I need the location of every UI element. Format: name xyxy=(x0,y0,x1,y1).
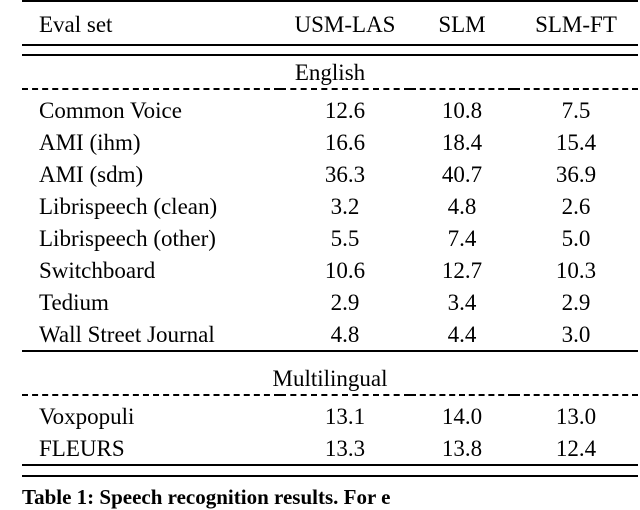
cell-slm-ft: 15.4 xyxy=(555,129,597,155)
row-label: Tedium xyxy=(39,289,109,315)
table-figure: Eval set USM-LAS SLM SLM-FT English Comm… xyxy=(0,0,640,509)
cell-slm-ft: 2.9 xyxy=(561,289,591,315)
cell-usm-las: 12.6 xyxy=(324,97,366,123)
row-label: Voxpopuli xyxy=(39,403,135,429)
row-label: FLEURS xyxy=(39,435,125,461)
row-label: AMI (ihm) xyxy=(39,129,141,155)
cell-slm-ft: 12.4 xyxy=(555,435,597,461)
section-label-multilingual: Multilingual xyxy=(272,366,388,391)
cell-slm-ft: 3.0 xyxy=(561,321,591,347)
table-row: Common Voice 12.6 10.8 7.5 xyxy=(22,94,638,126)
section-header-english: English xyxy=(22,55,638,89)
cell-slm: 13.8 xyxy=(441,435,483,461)
table-row: Wall Street Journal 4.8 4.4 3.0 xyxy=(22,318,638,351)
cell-slm: 14.0 xyxy=(441,403,483,429)
row-label: Common Voice xyxy=(39,97,182,123)
row-label: Wall Street Journal xyxy=(39,321,215,347)
cell-slm-ft: 2.6 xyxy=(561,193,591,219)
cell-slm-ft: 13.0 xyxy=(555,403,597,429)
cell-slm: 18.4 xyxy=(441,129,483,155)
table-row: Librispeech (clean) 3.2 4.8 2.6 xyxy=(22,190,638,222)
results-table: Eval set USM-LAS SLM SLM-FT English Comm… xyxy=(22,0,638,477)
cell-slm: 40.7 xyxy=(441,161,483,187)
cell-usm-las: 10.6 xyxy=(324,257,366,283)
cell-usm-las: 16.6 xyxy=(324,129,366,155)
row-label: Librispeech (other) xyxy=(39,225,216,251)
caption-label: Table 1: xyxy=(22,485,95,509)
cell-slm-ft: 5.0 xyxy=(561,225,591,251)
cell-slm: 3.4 xyxy=(447,289,477,315)
column-header-usm-las: USM-LAS xyxy=(294,11,396,37)
cell-usm-las: 36.3 xyxy=(324,161,366,187)
caption-text: Speech recognition results. For e xyxy=(99,485,391,509)
table-row: AMI (ihm) 16.6 18.4 15.4 xyxy=(22,126,638,158)
cell-slm: 12.7 xyxy=(441,257,483,283)
column-header-eval-set: Eval set xyxy=(39,11,113,37)
row-label: Librispeech (clean) xyxy=(39,193,218,219)
table-row: AMI (sdm) 36.3 40.7 36.9 xyxy=(22,158,638,190)
cell-slm-ft: 36.9 xyxy=(555,161,597,187)
cell-usm-las: 5.5 xyxy=(330,225,360,251)
section-divider-rule xyxy=(22,350,638,362)
column-header-slm-ft: SLM-FT xyxy=(535,11,617,37)
table-row: FLEURS 13.3 13.8 12.4 xyxy=(22,432,638,465)
cell-usm-las: 13.3 xyxy=(324,435,366,461)
header-double-rule xyxy=(22,44,638,56)
table-row: Voxpopuli 13.1 14.0 13.0 xyxy=(22,400,638,432)
cell-slm: 4.4 xyxy=(447,321,477,347)
table-header-row: Eval set USM-LAS SLM SLM-FT xyxy=(22,6,638,45)
cell-slm: 4.8 xyxy=(447,193,477,219)
column-header-slm: SLM xyxy=(438,11,486,37)
cell-usm-las: 2.9 xyxy=(330,289,360,315)
table-bottom-rule xyxy=(22,464,638,477)
cell-slm-ft: 7.5 xyxy=(561,97,591,123)
cell-usm-las: 13.1 xyxy=(324,403,366,429)
table-caption: Table 1: Speech recognition results. For… xyxy=(22,484,638,510)
table-row: Switchboard 10.6 12.7 10.3 xyxy=(22,254,638,286)
row-label: Switchboard xyxy=(39,257,156,283)
row-label: AMI (sdm) xyxy=(39,161,144,187)
cell-usm-las: 4.8 xyxy=(330,321,360,347)
cell-slm: 10.8 xyxy=(441,97,483,123)
table-row: Librispeech (other) 5.5 7.4 5.0 xyxy=(22,222,638,254)
section-label-english: English xyxy=(294,60,366,85)
table-row: Tedium 2.9 3.4 2.9 xyxy=(22,286,638,318)
cell-slm: 7.4 xyxy=(447,225,477,251)
section-header-multilingual: Multilingual xyxy=(22,362,638,395)
cell-slm-ft: 10.3 xyxy=(555,257,597,283)
cell-usm-las: 3.2 xyxy=(330,193,360,219)
